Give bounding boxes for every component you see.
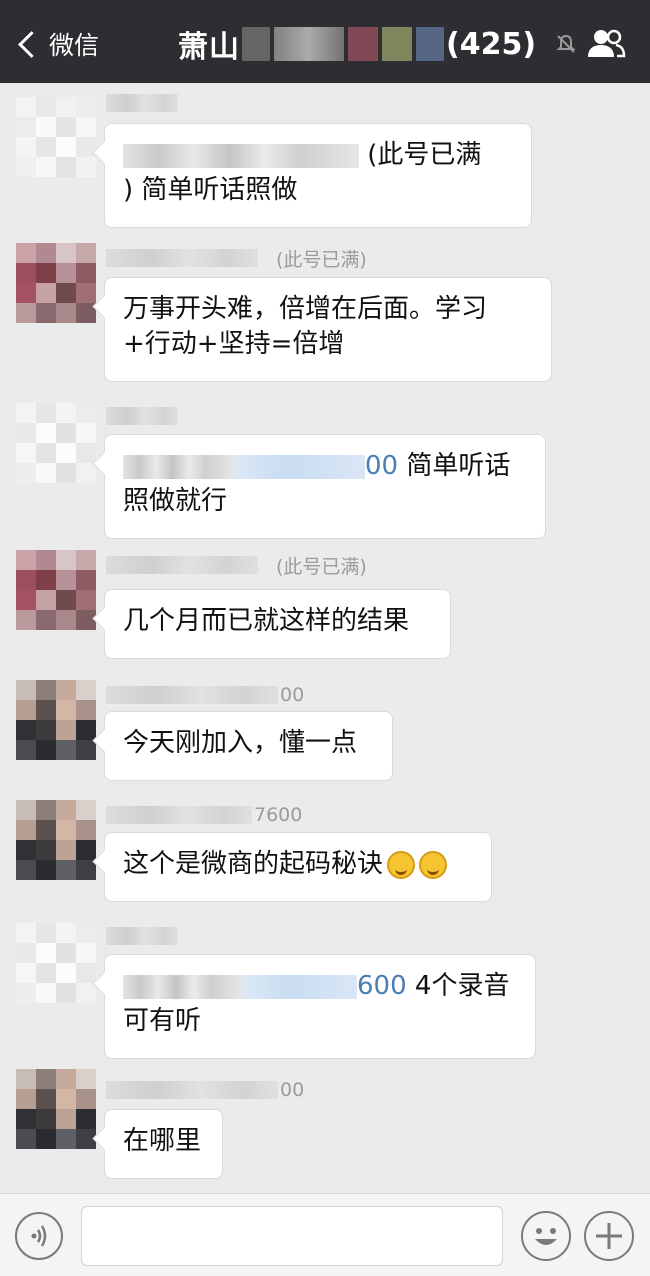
- sender-name: [106, 923, 196, 949]
- sender-name: [106, 90, 196, 116]
- more-options-button[interactable]: [584, 1211, 634, 1261]
- message-bubble[interactable]: 600 4个录音可有听: [104, 954, 536, 1059]
- back-button[interactable]: 微信: [14, 24, 99, 64]
- message-bubble[interactable]: 00 简单听话照做就行: [104, 434, 546, 539]
- back-label: 微信: [49, 31, 100, 60]
- message-bubble[interactable]: 这个是微商的起码秘诀: [104, 832, 492, 902]
- message-text: 几个月而已就这样的结果: [123, 606, 410, 636]
- avatar[interactable]: [16, 923, 96, 1003]
- sender-name: 7600: [106, 802, 302, 828]
- sender-name: [106, 403, 196, 429]
- avatar[interactable]: [16, 243, 96, 323]
- plus-icon: [596, 1223, 622, 1249]
- chat-message-list[interactable]: (此号已满 ) 简单听话照做 (此号已满) 万事开头难，倍增在后面。学习+行动+…: [0, 83, 650, 1193]
- member-count: (425): [446, 26, 537, 62]
- redacted-block: [416, 27, 444, 61]
- redacted-block: [242, 27, 270, 61]
- message-link[interactable]: 00: [365, 451, 398, 481]
- group-name: 萧山: [178, 30, 240, 65]
- message-text: 今天刚加入，懂一点: [123, 728, 358, 758]
- avatar[interactable]: [16, 800, 96, 880]
- voice-input-button[interactable]: [15, 1212, 63, 1260]
- thinking-face-icon: [419, 850, 448, 879]
- message-text: 在哪里: [123, 1126, 202, 1156]
- voice-icon: [31, 1225, 47, 1247]
- sender-name: 00: [106, 1077, 304, 1103]
- avatar[interactable]: [16, 97, 96, 177]
- message-input[interactable]: [81, 1206, 503, 1266]
- sender-name: (此号已满): [106, 552, 367, 578]
- mute-bell-icon: [556, 34, 576, 53]
- chat-title: 萧山 (425): [178, 22, 536, 66]
- message-link[interactable]: 600: [357, 971, 407, 1001]
- message-bubble[interactable]: 万事开头难，倍增在后面。学习+行动+坚持=倍增: [104, 277, 552, 382]
- message-bubble[interactable]: 几个月而已就这样的结果: [104, 589, 451, 659]
- sender-name: 00: [106, 682, 304, 708]
- redacted-block: [382, 27, 412, 61]
- emoji-button[interactable]: [521, 1211, 571, 1261]
- avatar[interactable]: [16, 550, 96, 630]
- sender-name: (此号已满): [106, 245, 367, 271]
- group-members-icon[interactable]: [585, 27, 627, 61]
- thinking-face-icon: [387, 850, 416, 879]
- smiley-icon: [535, 1228, 557, 1245]
- avatar[interactable]: [16, 403, 96, 483]
- message-text: 万事开头难，倍增在后面。学习+行动+坚持=倍增: [123, 294, 488, 359]
- message-bubble[interactable]: (此号已满 ) 简单听话照做: [104, 123, 532, 228]
- message-bubble[interactable]: 今天刚加入，懂一点: [104, 711, 393, 781]
- avatar[interactable]: [16, 680, 96, 760]
- chat-header: 微信 萧山 (425): [0, 0, 650, 83]
- message-text: 这个是微商的起码秘诀: [123, 849, 384, 879]
- chevron-left-icon: [18, 30, 45, 58]
- redacted-block: [348, 27, 378, 61]
- message-bubble[interactable]: 在哪里: [104, 1109, 223, 1179]
- avatar[interactable]: [16, 1069, 96, 1149]
- redacted-block: [274, 27, 344, 61]
- input-toolbar: [0, 1193, 650, 1276]
